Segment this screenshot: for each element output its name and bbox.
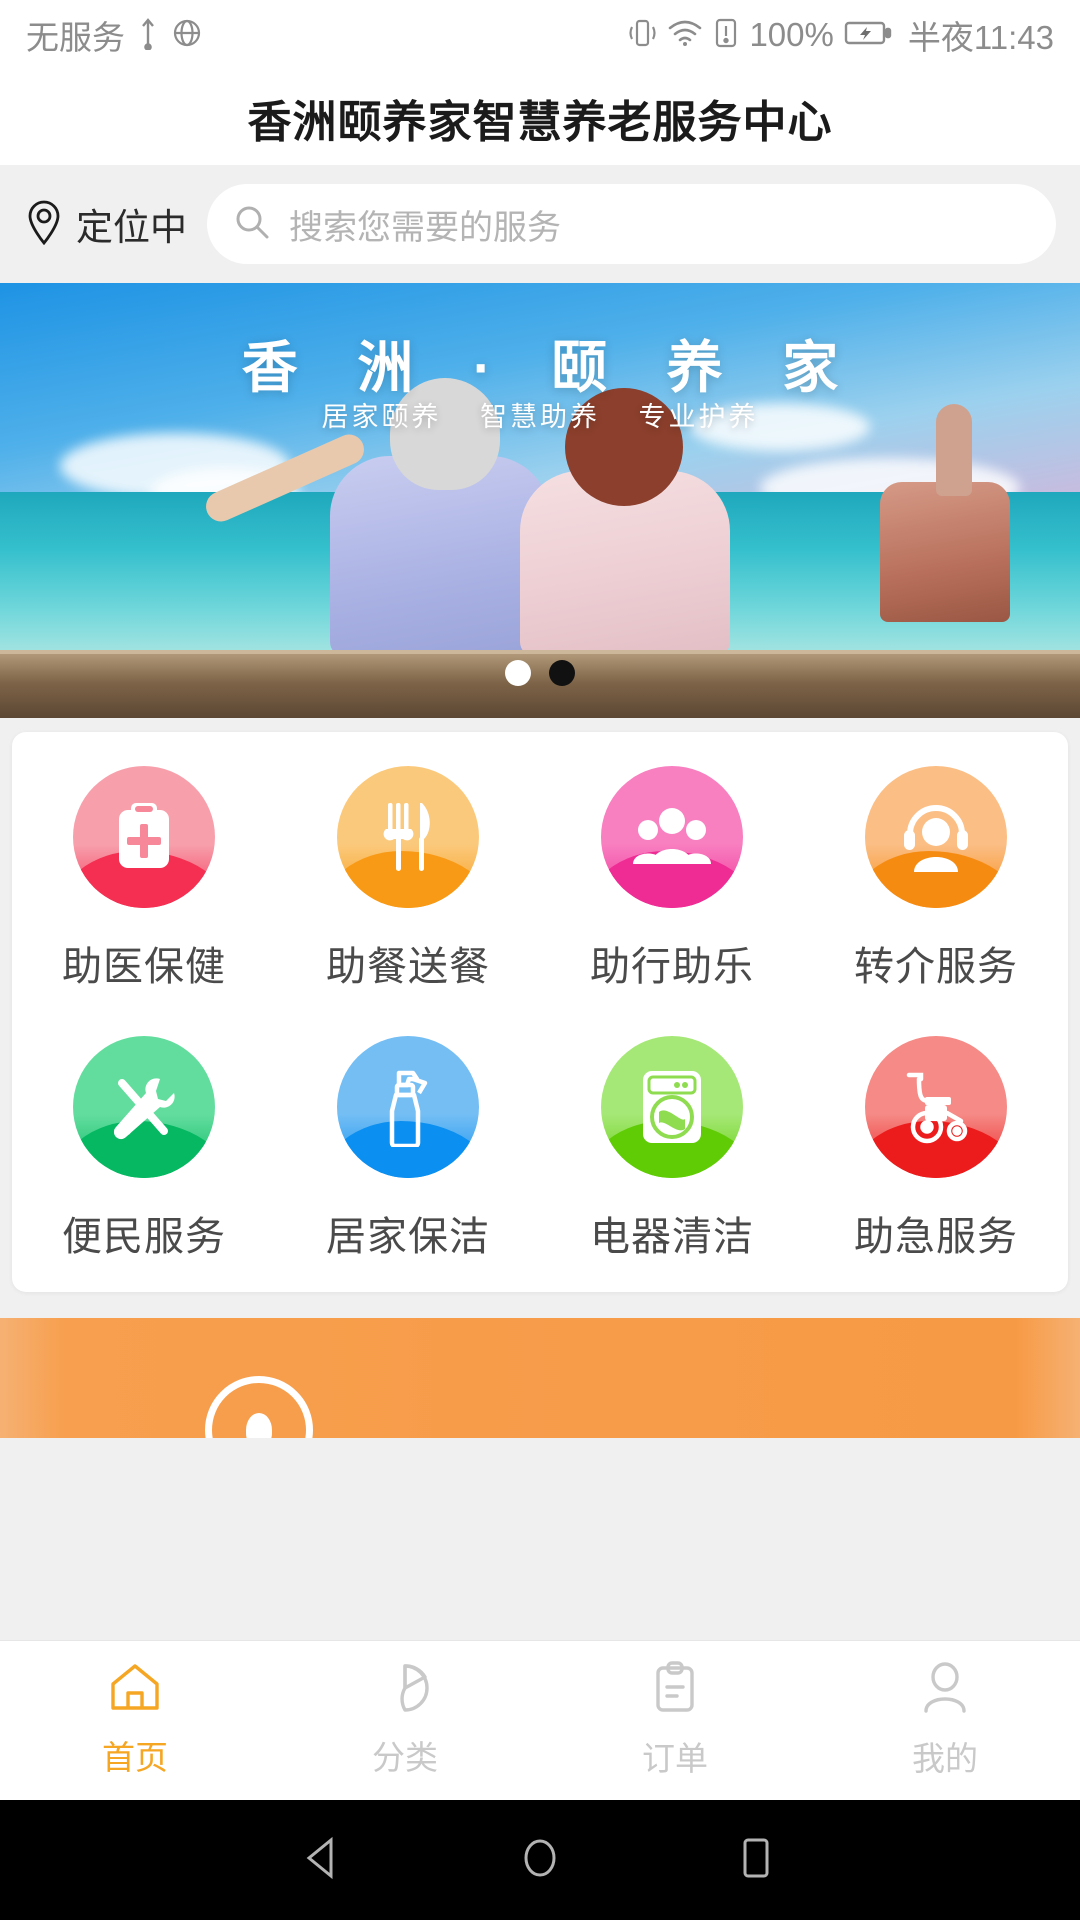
tab-profile[interactable]: 我的 — [810, 1661, 1080, 1780]
banner-rock — [880, 482, 1010, 622]
tab-category[interactable]: 分类 — [270, 1662, 540, 1779]
status-bar: 无服务 100% 半夜11:43 — [0, 0, 1080, 70]
search-placeholder: 搜索您需要的服务 — [289, 208, 561, 247]
location-label: 定位中 — [76, 207, 187, 248]
sim-alert-icon — [713, 16, 739, 55]
tab-label: 分类 — [372, 1739, 438, 1776]
pie-chart-icon — [379, 1662, 431, 1717]
tools-icon — [73, 1036, 215, 1178]
banner-subtitle-item: 专业护养 — [638, 402, 759, 432]
android-home-icon[interactable] — [517, 1834, 563, 1887]
service-label: 便民服务 — [62, 1215, 226, 1259]
android-nav-bar — [0, 1800, 1080, 1920]
usb-icon — [135, 16, 161, 55]
service-item-appliance[interactable]: 电器清洁 — [540, 1036, 804, 1262]
carousel-dots — [0, 660, 1080, 686]
tab-home[interactable]: 首页 — [0, 1662, 270, 1779]
service-item-referral[interactable]: 转介服务 — [804, 766, 1068, 992]
search-input[interactable]: 搜索您需要的服务 — [207, 184, 1056, 264]
vibrate-icon — [627, 16, 657, 55]
washing-machine-icon — [601, 1036, 743, 1178]
battery-percent-label: 100% — [749, 16, 834, 53]
page-title-bar: 香洲颐养家智慧养老服务中心 — [0, 70, 1080, 165]
medical-kit-icon — [73, 766, 215, 908]
headset-agent-icon — [865, 766, 1007, 908]
service-item-cleaning[interactable]: 居家保洁 — [276, 1036, 540, 1262]
search-row: 定位中 搜索您需要的服务 — [0, 165, 1080, 283]
person-icon — [920, 1661, 970, 1718]
tab-label: 我的 — [912, 1740, 978, 1777]
location-pin-icon — [24, 199, 64, 250]
cutlery-icon — [337, 766, 479, 908]
service-label: 助行助乐 — [590, 945, 754, 989]
carousel-dot-1[interactable] — [505, 660, 531, 686]
service-label: 电器清洁 — [590, 1215, 754, 1259]
android-recents-icon[interactable] — [733, 1834, 779, 1887]
chat-bubble-icon — [205, 1376, 313, 1438]
home-icon — [109, 1662, 161, 1717]
carousel-dot-2[interactable] — [549, 660, 575, 686]
battery-charging-icon — [844, 19, 892, 52]
spray-bottle-icon — [337, 1036, 479, 1178]
service-grid-row-1: 助医保健 助餐送餐 助行助乐 转介服务 — [12, 766, 1068, 992]
status-bar-left: 无服务 — [26, 11, 203, 59]
service-label: 助餐送餐 — [326, 945, 490, 989]
tab-orders[interactable]: 订单 — [540, 1661, 810, 1780]
service-label: 助医保健 — [62, 945, 226, 989]
tab-label: 首页 — [102, 1739, 168, 1776]
tab-label: 订单 — [642, 1740, 708, 1777]
service-label: 居家保洁 — [326, 1215, 490, 1259]
service-item-medical[interactable]: 助医保健 — [12, 766, 276, 992]
service-item-convenience[interactable]: 便民服务 — [12, 1036, 276, 1262]
banner-carousel[interactable]: 香 洲 · 颐 养 家 居家颐养 智慧助养 专业护养 — [0, 283, 1080, 718]
banner-subtitle-item: 居家颐养 — [321, 402, 442, 432]
search-icon — [233, 203, 271, 246]
banner-subtitle: 居家颐养 智慧助养 专业护养 — [0, 395, 1080, 434]
service-grid: 助医保健 助餐送餐 助行助乐 转介服务 便民服务 居家保洁 电器清洁 助急服务 — [12, 732, 1068, 1292]
people-group-icon — [601, 766, 743, 908]
android-back-icon[interactable] — [301, 1834, 347, 1887]
wheelchair-icon — [865, 1036, 1007, 1178]
app-root: 无服务 100% 半夜11:43 香洲颐养家智慧养老服务中心 定位中 搜索您需要… — [0, 0, 1080, 1920]
service-label: 转介服务 — [854, 945, 1018, 989]
service-grid-row-2: 便民服务 居家保洁 电器清洁 助急服务 — [12, 1036, 1068, 1262]
globe-icon — [171, 17, 203, 54]
service-item-mobility[interactable]: 助行助乐 — [540, 766, 804, 992]
banner-title: 香 洲 · 颐 养 家 — [241, 336, 861, 399]
service-item-meal[interactable]: 助餐送餐 — [276, 766, 540, 992]
carrier-label: 无服务 — [26, 19, 125, 56]
banner-subtitle-item: 智慧助养 — [480, 402, 600, 432]
location-button[interactable]: 定位中 — [24, 197, 201, 251]
service-item-emergency[interactable]: 助急服务 — [804, 1036, 1068, 1262]
bottom-tab-bar: 首页 分类 订单 我的 — [0, 1640, 1080, 1800]
wifi-icon — [667, 18, 703, 53]
service-label: 助急服务 — [854, 1215, 1018, 1259]
promo-banner[interactable] — [0, 1318, 1080, 1438]
clock-label: 半夜11:43 — [907, 19, 1054, 56]
page-title: 香洲颐养家智慧养老服务中心 — [247, 97, 833, 147]
status-bar-right: 100% 半夜11:43 — [627, 11, 1054, 59]
clipboard-icon — [651, 1661, 699, 1718]
